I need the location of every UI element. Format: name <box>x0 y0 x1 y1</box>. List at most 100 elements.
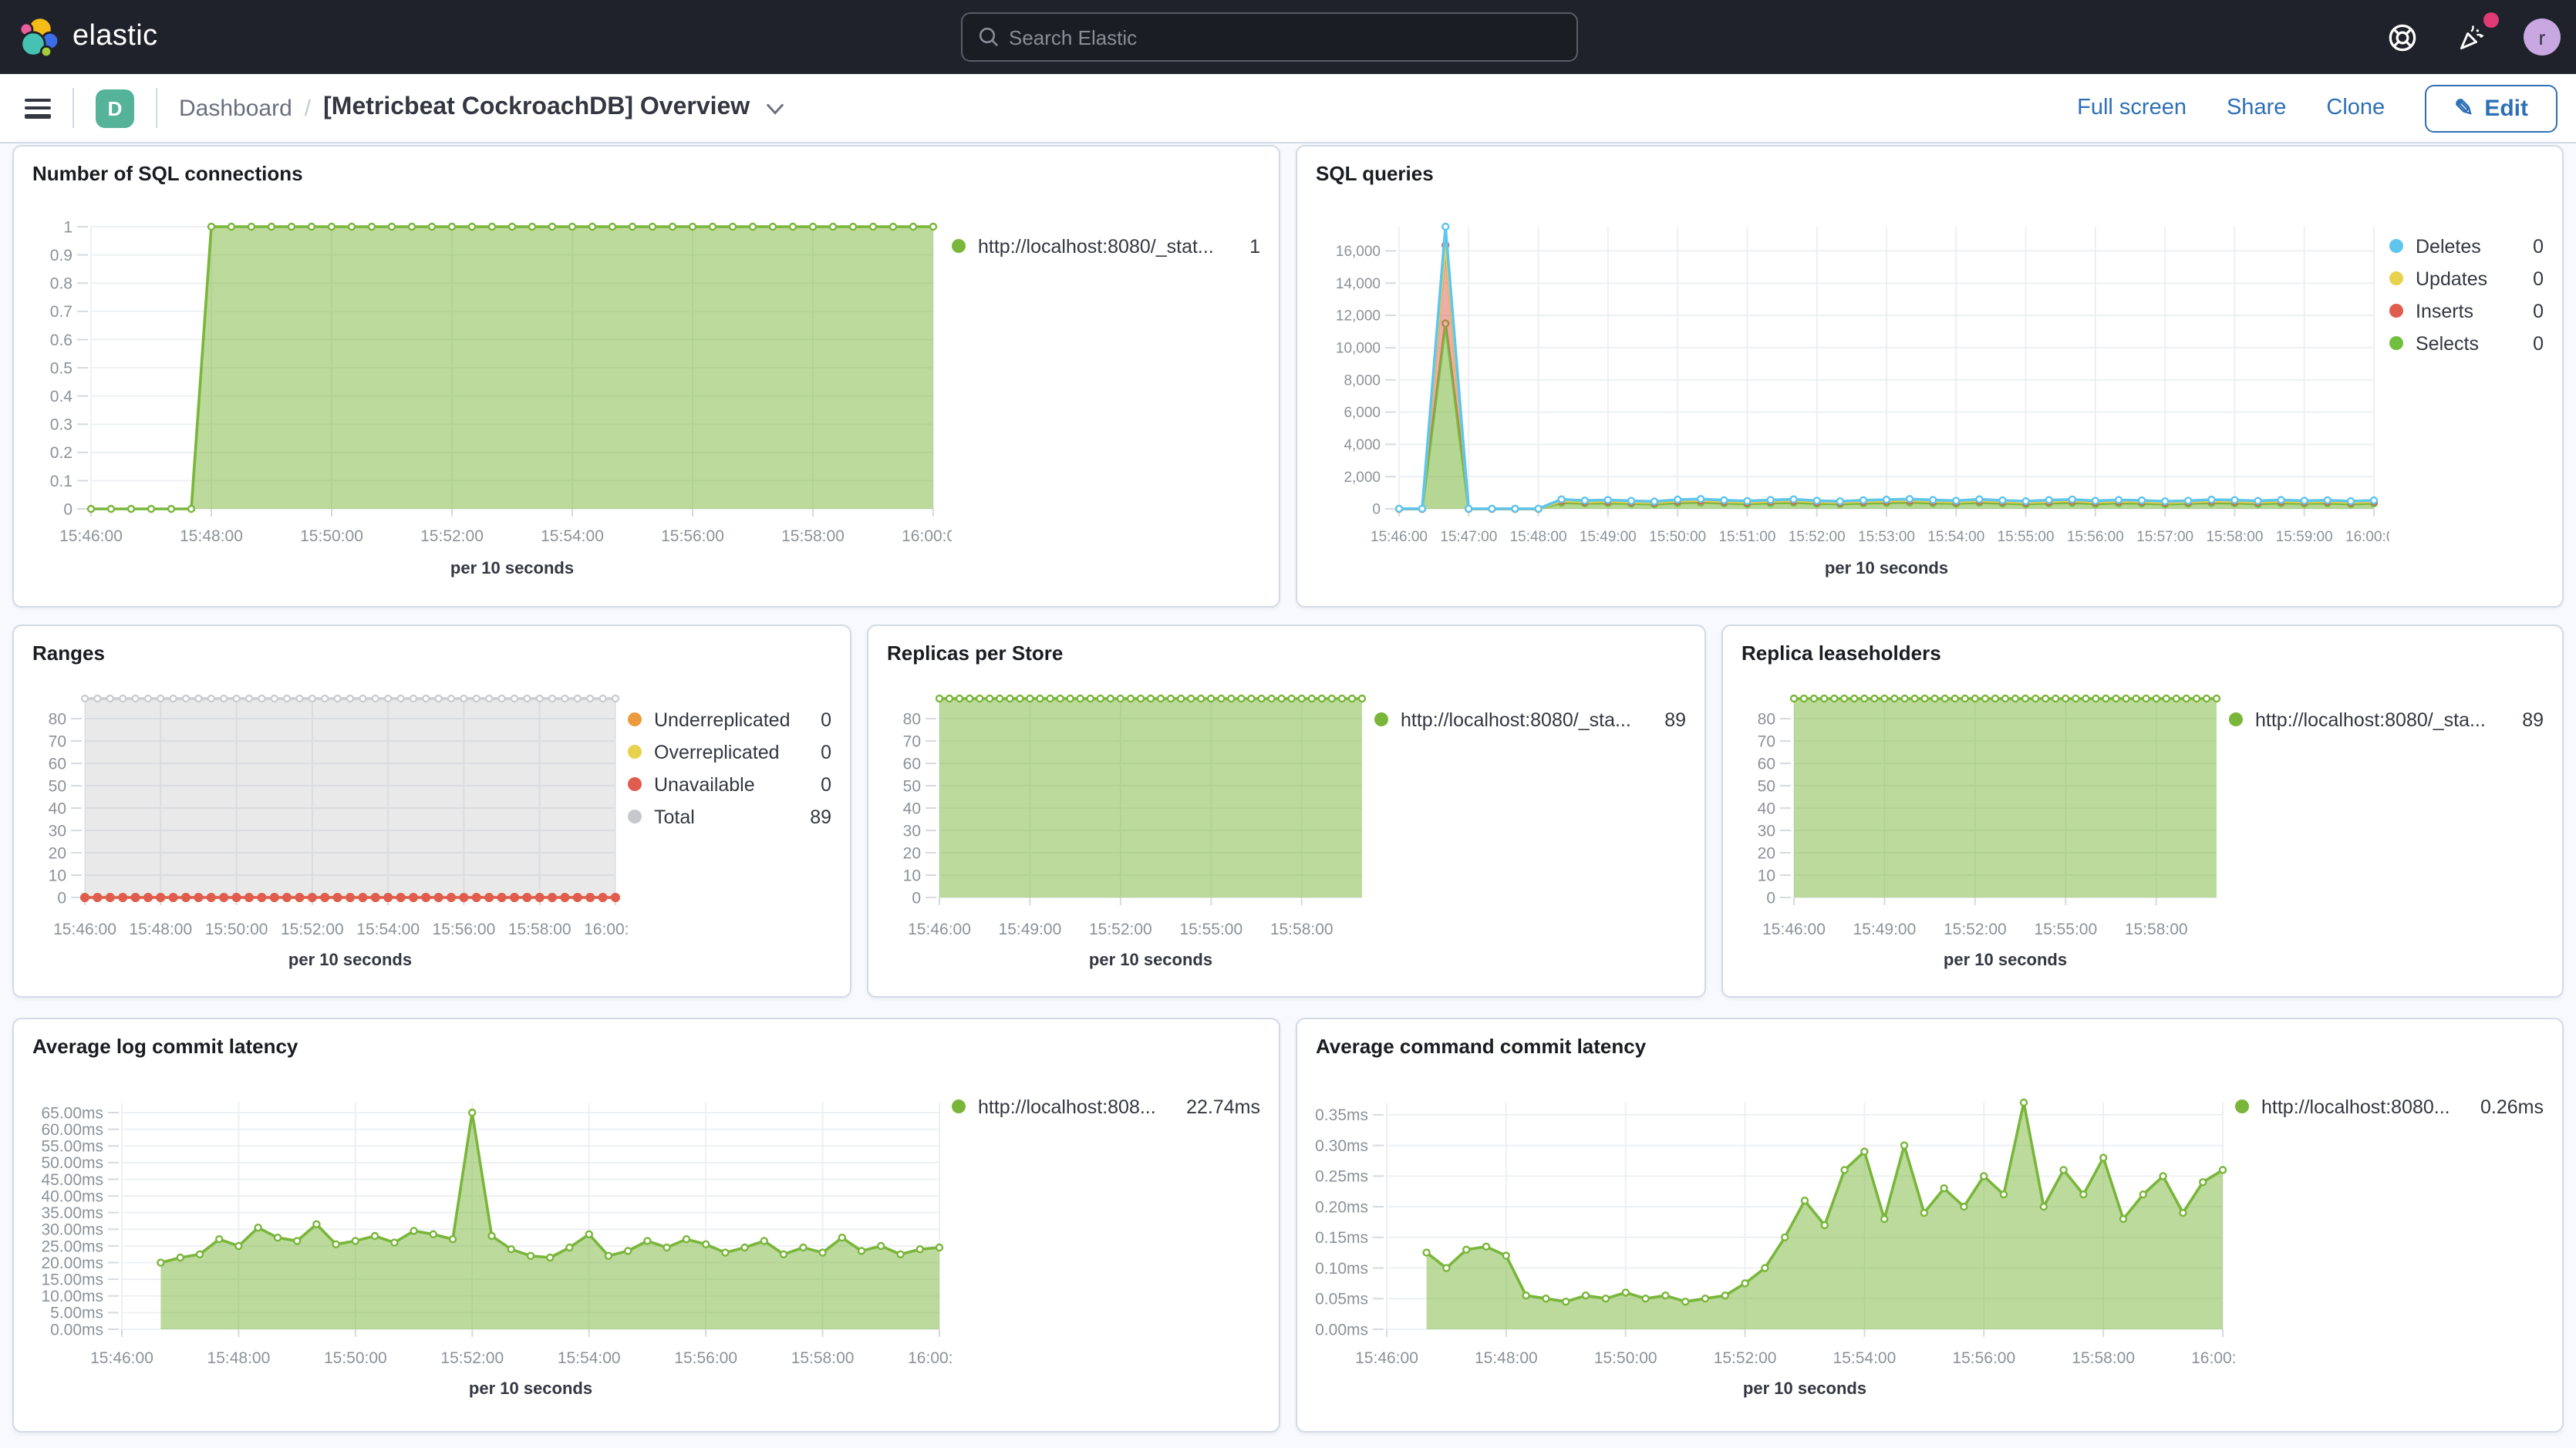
legend-item[interactable]: Underreplicated0 <box>628 703 831 736</box>
notification-dot <box>2483 12 2499 28</box>
chart-legend: Underreplicated0Overreplicated0Unavailab… <box>628 672 850 996</box>
svg-text:20.00ms: 20.00ms <box>41 1254 103 1272</box>
svg-text:0.6: 0.6 <box>50 332 72 349</box>
legend-item[interactable]: Deletes0 <box>2389 230 2544 262</box>
svg-text:30: 30 <box>1758 822 1775 840</box>
elastic-logo[interactable]: elastic <box>0 16 158 58</box>
svg-text:0.4: 0.4 <box>50 388 73 406</box>
help-button[interactable] <box>2382 17 2422 57</box>
sql-connections-chart[interactable]: 00.10.20.30.40.50.60.70.80.9115:46:0015:… <box>26 199 952 597</box>
svg-text:4,000: 4,000 <box>1344 437 1381 453</box>
svg-text:15:54:00: 15:54:00 <box>541 527 604 545</box>
svg-text:0: 0 <box>57 889 66 907</box>
svg-text:15:46:00: 15:46:00 <box>59 527 123 545</box>
chart-legend: http://localhost:808...22.74ms <box>952 1069 1279 1431</box>
command-commit-latency-chart[interactable]: 0.00ms0.05ms0.10ms0.15ms0.20ms0.25ms0.30… <box>1310 1069 2235 1426</box>
svg-text:80: 80 <box>903 710 921 728</box>
svg-text:15.00ms: 15.00ms <box>41 1271 103 1288</box>
global-search[interactable] <box>961 12 1578 62</box>
legend-label: Selects <box>2416 332 2479 354</box>
legend-item[interactable]: Unavailable0 <box>628 768 831 800</box>
page-title: [Metricbeat CockroachDB] Overview <box>323 94 750 122</box>
dashboard-toolbar: D Dashboard / [Metricbeat CockroachDB] O… <box>0 74 2576 143</box>
svg-text:15:58:00: 15:58:00 <box>2125 921 2188 938</box>
clone-button[interactable]: Clone <box>2326 96 2385 120</box>
kibana-dashboard: elastic <box>0 0 2576 1448</box>
search-input[interactable] <box>1000 25 1576 49</box>
legend-item[interactable]: http://localhost:808...22.74ms <box>952 1090 1260 1123</box>
user-avatar[interactable]: r <box>2524 19 2561 56</box>
svg-text:16:00:00: 16:00:00 <box>584 921 628 938</box>
svg-text:16:00:00: 16:00:00 <box>2191 1349 2235 1367</box>
legend-label: Overreplicated <box>654 741 780 763</box>
search-icon <box>978 26 1000 48</box>
svg-text:70: 70 <box>903 732 921 750</box>
legend-item[interactable]: http://localhost:8080/_stat...1 <box>952 230 1260 262</box>
chart-legend: http://localhost:8080/_sta...89 <box>2229 672 2562 996</box>
svg-text:25.00ms: 25.00ms <box>41 1238 103 1255</box>
svg-text:40: 40 <box>903 800 921 817</box>
legend-dot-icon <box>628 745 642 759</box>
svg-text:15:49:00: 15:49:00 <box>1580 529 1637 545</box>
newsfeed-button[interactable] <box>2453 17 2493 57</box>
breadcrumb-dashboard-link[interactable]: Dashboard <box>179 95 292 121</box>
sql-queries-chart[interactable]: 02,0004,0006,0008,00010,00012,00014,0001… <box>1310 199 2389 597</box>
legend-item[interactable]: http://localhost:8080/_sta...89 <box>2229 703 2544 736</box>
full-screen-button[interactable]: Full screen <box>2077 96 2187 120</box>
legend-item[interactable]: Overreplicated0 <box>628 736 831 768</box>
replicas-per-store-chart[interactable]: 0102030405060708015:46:0015:49:0015:52:0… <box>881 672 1374 993</box>
panel-replica-leaseholders: Replica leaseholders 0102030405060708015… <box>1721 625 2564 998</box>
svg-text:55.00ms: 55.00ms <box>41 1138 103 1156</box>
legend-item[interactable]: http://localhost:8080...0.26ms <box>2235 1090 2544 1123</box>
legend-label: Updates <box>2416 268 2487 289</box>
svg-text:30: 30 <box>903 822 921 840</box>
legend-label: http://localhost:808... <box>978 1096 1156 1117</box>
log-commit-latency-chart[interactable]: 0.00ms5.00ms10.00ms15.00ms20.00ms25.00ms… <box>26 1069 952 1426</box>
legend-dot-icon <box>2229 712 2243 726</box>
svg-text:60: 60 <box>49 755 66 773</box>
svg-text:60: 60 <box>903 755 921 773</box>
svg-text:0.25ms: 0.25ms <box>1315 1168 1368 1186</box>
svg-text:0.20ms: 0.20ms <box>1315 1198 1368 1216</box>
chevron-down-icon[interactable] <box>765 98 785 118</box>
svg-text:15:48:00: 15:48:00 <box>129 921 192 938</box>
svg-text:0: 0 <box>1372 502 1381 518</box>
svg-text:20: 20 <box>903 844 921 862</box>
legend-item[interactable]: http://localhost:8080/_sta...89 <box>1374 703 1686 736</box>
svg-text:40.00ms: 40.00ms <box>41 1187 103 1205</box>
svg-text:60.00ms: 60.00ms <box>41 1121 103 1139</box>
legend-label: http://localhost:8080/_stat... <box>978 235 1214 257</box>
svg-text:35.00ms: 35.00ms <box>41 1204 103 1222</box>
svg-text:0.10ms: 0.10ms <box>1315 1260 1368 1278</box>
legend-item[interactable]: Selects0 <box>2389 327 2544 359</box>
legend-dot-icon <box>952 1099 966 1113</box>
share-button[interactable]: Share <box>2227 96 2286 120</box>
svg-text:15:58:00: 15:58:00 <box>791 1349 855 1367</box>
svg-text:65.00ms: 65.00ms <box>41 1104 103 1122</box>
svg-text:20: 20 <box>49 844 66 862</box>
legend-item[interactable]: Inserts0 <box>2389 295 2544 327</box>
legend-item[interactable]: Total89 <box>628 800 831 833</box>
svg-text:15:54:00: 15:54:00 <box>1927 529 1984 545</box>
menu-button[interactable] <box>25 98 51 118</box>
party-popper-icon <box>2457 22 2488 52</box>
edit-button[interactable]: ✎ Edit <box>2425 84 2557 132</box>
ranges-chart[interactable]: 0102030405060708015:46:0015:48:0015:50:0… <box>26 672 628 993</box>
svg-text:15:48:00: 15:48:00 <box>1510 529 1567 545</box>
dashboard-app-badge[interactable]: D <box>96 89 134 127</box>
svg-text:0.15ms: 0.15ms <box>1315 1229 1368 1247</box>
svg-text:0.7: 0.7 <box>50 303 72 321</box>
legend-dot-icon <box>2389 336 2403 350</box>
svg-text:15:56:00: 15:56:00 <box>661 527 724 545</box>
svg-text:16:00:00: 16:00:00 <box>902 527 952 545</box>
svg-text:10: 10 <box>903 867 921 884</box>
svg-text:15:58:00: 15:58:00 <box>2206 529 2263 545</box>
svg-text:15:53:00: 15:53:00 <box>1858 529 1915 545</box>
legend-item[interactable]: Updates0 <box>2389 262 2544 295</box>
legend-label: http://localhost:8080/_sta... <box>1401 709 1631 730</box>
svg-text:1: 1 <box>63 218 72 236</box>
svg-text:15:46:00: 15:46:00 <box>1355 1349 1418 1367</box>
replica-leaseholders-chart[interactable]: 0102030405060708015:46:0015:49:0015:52:0… <box>1735 672 2229 993</box>
panel-average-log-commit-latency: Average log commit latency 0.00ms5.00ms1… <box>12 1018 1280 1433</box>
panel-average-command-commit-latency: Average command commit latency 0.00ms0.0… <box>1296 1018 2564 1433</box>
